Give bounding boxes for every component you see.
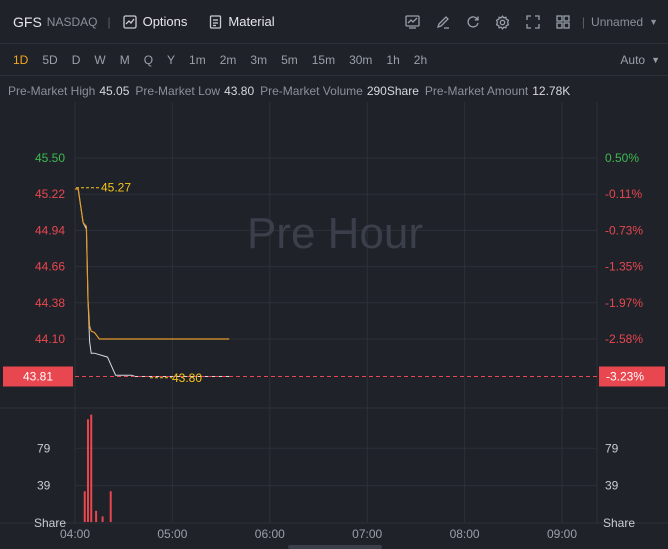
x-tick-label: 04:00 bbox=[60, 527, 90, 541]
price-tick-label: 44.10 bbox=[35, 332, 65, 346]
exchange-label: NASDAQ bbox=[46, 14, 98, 29]
percent-tick-label: -2.58% bbox=[605, 332, 643, 346]
interval-5m[interactable]: 5m bbox=[274, 53, 305, 67]
volume-bar bbox=[109, 491, 112, 522]
volume-axis-label-right: Share bbox=[603, 516, 635, 530]
pencil-icon bbox=[436, 16, 449, 29]
interval-2h[interactable]: 2h bbox=[407, 53, 434, 67]
material-label: Material bbox=[228, 14, 275, 29]
price-chart[interactable]: Pre Hour 45.50 0.50% 45.22 -0.11% 44.94 -0.73%… bbox=[0, 100, 668, 549]
percent-tick-label: -0.11% bbox=[605, 187, 642, 201]
price-tick-label: 45.22 bbox=[35, 187, 65, 201]
grid-layout-icon bbox=[556, 15, 570, 29]
premarket-volume-label: Pre-Market Volume bbox=[260, 84, 363, 98]
interval-1d[interactable]: 1D bbox=[0, 53, 35, 67]
current-price-label: 43.81 bbox=[23, 369, 53, 383]
volume-tick-label-right: 39 bbox=[605, 479, 619, 493]
percent-tick-label: -0.73% bbox=[605, 223, 643, 237]
premarket-high-value: 45.05 bbox=[99, 84, 130, 98]
x-tick-label: 09:00 bbox=[547, 527, 577, 541]
premarket-volume-value: 290Share bbox=[366, 84, 419, 98]
volume-bar bbox=[83, 491, 86, 522]
high-marker-label: 45.27 bbox=[101, 181, 131, 195]
volume-bar bbox=[86, 419, 89, 522]
interval-3m[interactable]: 3m bbox=[243, 53, 274, 67]
interval-1h[interactable]: 1h bbox=[379, 53, 406, 67]
x-tick-label: 07:00 bbox=[352, 527, 382, 541]
low-marker-label: 43.80 bbox=[172, 371, 202, 385]
fullscreen-button[interactable] bbox=[518, 0, 548, 44]
volume-bar bbox=[101, 516, 104, 522]
x-tick-label: 08:00 bbox=[450, 527, 480, 541]
options-label: Options bbox=[142, 14, 188, 29]
interval-2m[interactable]: 2m bbox=[213, 53, 244, 67]
price-tick-label: 45.50 bbox=[35, 151, 65, 165]
series-line-average bbox=[75, 188, 230, 377]
chart-tools: | Unnamed ▼ bbox=[398, 0, 668, 44]
layout-button[interactable] bbox=[548, 0, 578, 44]
tools-separator: | bbox=[581, 15, 586, 29]
premarket-amount-label: Pre-Market Amount bbox=[424, 84, 529, 98]
volume-tick-label: 79 bbox=[37, 441, 51, 455]
interval-y[interactable]: Y bbox=[160, 53, 182, 67]
watermark: Pre Hour bbox=[247, 209, 423, 258]
volume-tick-label: 39 bbox=[37, 479, 51, 493]
expand-icon bbox=[526, 15, 540, 29]
toolbar-separator: | bbox=[107, 14, 111, 29]
premarket-low-value: 43.80 bbox=[224, 84, 255, 98]
volume-bar bbox=[95, 510, 98, 522]
layout-select-value: Unnamed bbox=[591, 15, 644, 29]
premarket-stats: Pre-Market High 45.05 Pre-Market Low 43.… bbox=[8, 82, 576, 100]
settings-button[interactable] bbox=[488, 0, 518, 44]
interval-w[interactable]: W bbox=[87, 53, 112, 67]
interval-q[interactable]: Q bbox=[137, 53, 160, 67]
options-chart-icon bbox=[122, 14, 137, 29]
draw-button[interactable] bbox=[428, 0, 458, 44]
interval-d[interactable]: D bbox=[65, 53, 88, 67]
ticker-symbol[interactable]: GFS bbox=[13, 14, 42, 30]
premarket-high-label: Pre-Market High bbox=[8, 84, 96, 98]
premarket-amount-value: 12.78K bbox=[532, 84, 571, 98]
x-tick-label: 06:00 bbox=[255, 527, 285, 541]
options-button[interactable]: Options bbox=[122, 14, 188, 29]
interval-15m[interactable]: 15m bbox=[305, 53, 342, 67]
interval-bar: 1D 5D D W M Q Y 1m 2m 3m 5m 15m 30m 1h 2… bbox=[0, 44, 668, 76]
price-tick-label: 44.66 bbox=[35, 260, 65, 274]
document-icon bbox=[210, 14, 222, 29]
interval-30m[interactable]: 30m bbox=[342, 53, 379, 67]
x-tick-label: 05:00 bbox=[157, 527, 187, 541]
scale-select[interactable]: Auto ▼ bbox=[620, 44, 660, 76]
interval-1m[interactable]: 1m bbox=[182, 53, 213, 67]
volume-tick-label-right: 79 bbox=[605, 441, 619, 455]
premarket-low-label: Pre-Market Low bbox=[135, 84, 221, 98]
material-button[interactable]: Material bbox=[209, 14, 275, 29]
layout-select[interactable]: Unnamed ▼ bbox=[591, 15, 658, 29]
gear-icon bbox=[496, 14, 510, 30]
percent-tick-label: 0.50% bbox=[605, 151, 639, 165]
scale-select-value: Auto bbox=[620, 53, 646, 67]
current-pct-label: -3.23% bbox=[606, 369, 644, 383]
percent-tick-label: -1.97% bbox=[605, 296, 643, 310]
interval-m[interactable]: M bbox=[113, 53, 137, 67]
reset-button[interactable] bbox=[458, 0, 488, 44]
price-tick-label: 44.94 bbox=[35, 223, 65, 237]
indicator-button[interactable] bbox=[398, 0, 428, 44]
volume-bar bbox=[90, 414, 93, 522]
percent-tick-label: -1.35% bbox=[605, 260, 643, 274]
chevron-down-icon: ▼ bbox=[649, 17, 658, 27]
interval-5d[interactable]: 5D bbox=[35, 53, 64, 67]
refresh-icon bbox=[467, 16, 479, 28]
top-toolbar: GFS NASDAQ | Options Material | Unnamed … bbox=[0, 0, 668, 44]
indicator-icon bbox=[405, 15, 421, 29]
chevron-down-icon: ▼ bbox=[651, 55, 660, 65]
scroll-handle bbox=[288, 545, 382, 549]
series-line-price bbox=[75, 188, 230, 340]
price-tick-label: 44.38 bbox=[35, 296, 65, 310]
